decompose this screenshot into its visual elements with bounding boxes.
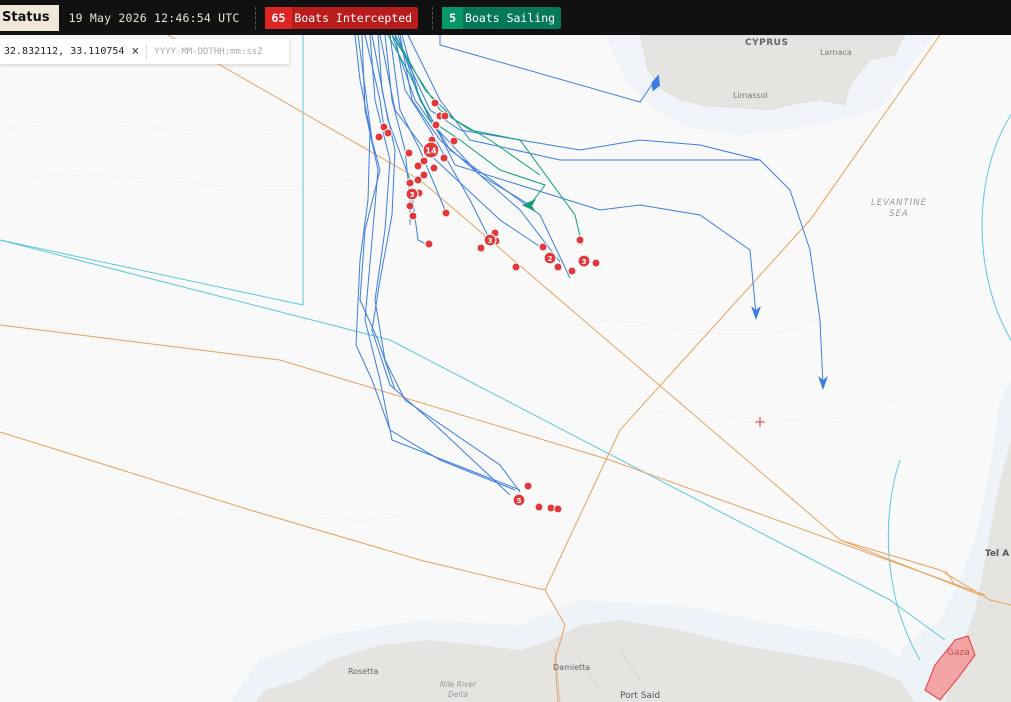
label-gaza: Gaza	[947, 648, 970, 658]
boat-marker	[439, 153, 449, 163]
label-port-said: Port Said	[620, 691, 660, 701]
boat-marker	[553, 262, 563, 272]
boat-marker	[408, 211, 418, 221]
cluster-count: 5	[517, 497, 522, 505]
cluster-count: 2	[548, 255, 553, 263]
cursor-panel: 32.832112, 33.110754 ×	[0, 39, 289, 64]
boat-marker	[441, 208, 451, 218]
boat-marker	[413, 175, 423, 185]
current-datetime: 19 May 2026 12:46:54 UTC	[68, 10, 240, 25]
intercepted-badge[interactable]: 65 Boats Intercepted	[264, 6, 419, 29]
boat-marker	[538, 242, 548, 252]
boat-marker	[405, 178, 415, 188]
boat-marker	[523, 481, 533, 491]
boat-marker	[553, 504, 563, 514]
cluster-count: 14	[425, 147, 437, 156]
label-sea-line1: LEVANTINE	[871, 198, 927, 208]
status-label[interactable]: Status	[0, 4, 59, 31]
boat-marker	[424, 239, 434, 249]
label-sea-line2: SEA	[889, 209, 909, 219]
boat-marker	[567, 266, 577, 276]
clear-coordinates-button[interactable]: ×	[131, 44, 139, 59]
boat-marker	[431, 120, 441, 130]
cluster-count: 3	[410, 191, 415, 199]
sailing-count: 5	[442, 6, 464, 29]
intercepted-count: 65	[264, 6, 293, 29]
label-rosetta: Rosetta	[348, 667, 378, 676]
label-larnaca: Larnaca	[820, 48, 852, 57]
boat-marker	[449, 136, 459, 146]
boat-marker	[534, 502, 544, 512]
label-damietta: Damietta	[553, 663, 590, 672]
boat-marker	[374, 132, 384, 142]
boat-marker	[404, 148, 414, 158]
boat-marker	[430, 98, 440, 108]
divider	[432, 6, 434, 29]
boat-marker	[575, 235, 585, 245]
label-cyprus: CYPRUS	[745, 38, 788, 48]
divider	[254, 6, 256, 29]
cluster-count: 3	[488, 237, 493, 245]
sailing-badge[interactable]: 5 Boats Sailing	[442, 6, 562, 29]
boat-marker	[591, 258, 601, 268]
datetime-input[interactable]	[154, 46, 285, 57]
label-nile-line1: Nile River	[440, 680, 477, 689]
sailing-label: Boats Sailing	[465, 10, 556, 25]
cursor-coordinates: 32.832112, 33.110754	[4, 46, 125, 57]
label-tel-aviv: Tel A	[985, 549, 1009, 559]
boat-marker	[383, 128, 393, 138]
boat-marker	[440, 111, 450, 121]
boat-marker	[429, 163, 439, 173]
boat-marker	[405, 201, 415, 211]
divider	[146, 44, 148, 59]
boat-marker	[511, 262, 521, 272]
cluster-count: 3	[582, 258, 587, 266]
boat-marker	[413, 161, 423, 171]
map-canvas[interactable]: 14 3 3 2 3 5 CYPRUS Larnaca Limassol LEV…	[0, 0, 1011, 702]
label-limassol: Limassol	[733, 91, 768, 100]
intercepted-label: Boats Intercepted	[294, 10, 413, 25]
label-nile-line2: Delta	[448, 690, 468, 699]
status-bar: Status 19 May 2026 12:46:54 UTC 65 Boats…	[0, 0, 1011, 35]
boat-marker	[476, 243, 486, 253]
